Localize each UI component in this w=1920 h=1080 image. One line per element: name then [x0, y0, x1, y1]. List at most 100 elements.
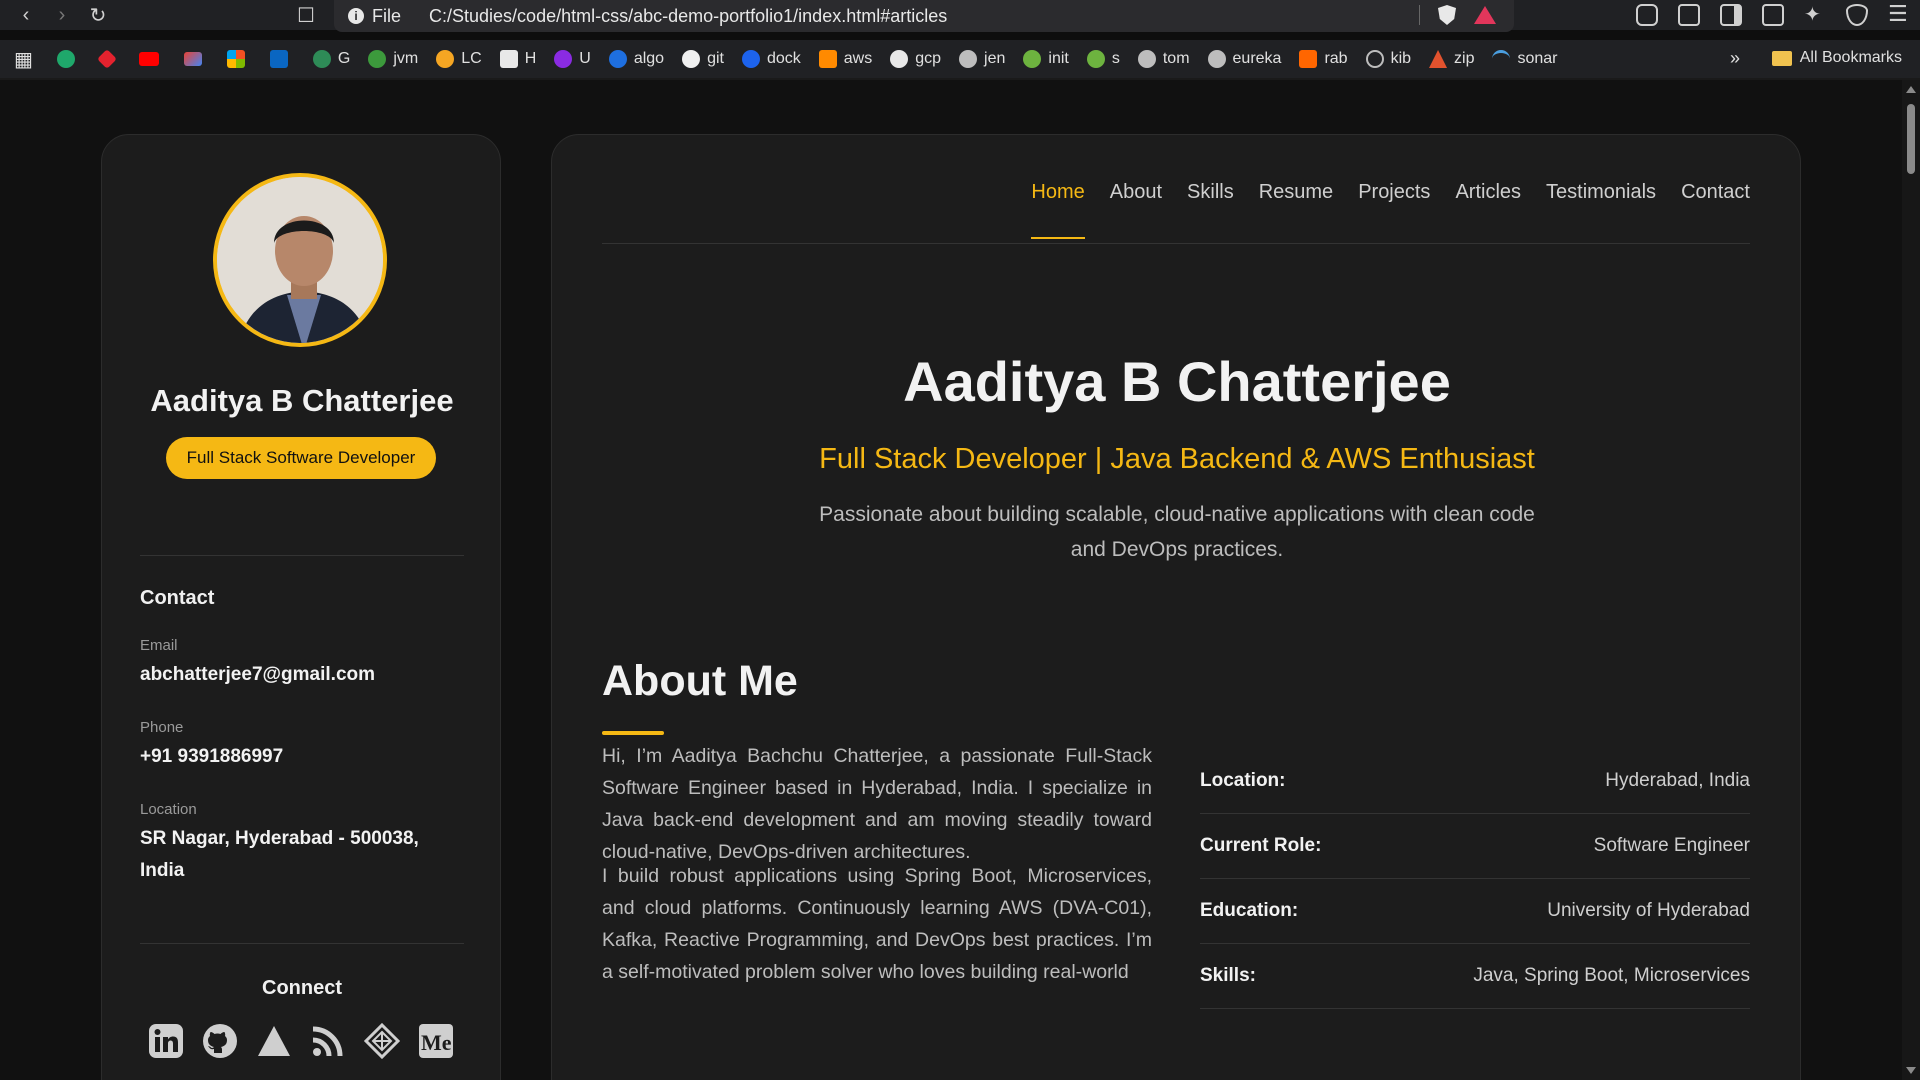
- about-heading: About Me: [602, 657, 798, 705]
- bookmark-youtube[interactable]: [138, 52, 166, 66]
- linkedin-icon[interactable]: [148, 1023, 184, 1059]
- scroll-up-arrow-icon[interactable]: [1906, 86, 1916, 93]
- bookmark-init[interactable]: init: [1023, 50, 1069, 68]
- connect-heading: Connect: [262, 977, 342, 999]
- bookmark-cb[interactable]: [56, 50, 82, 68]
- bookmark-red-diamond[interactable]: [97, 49, 121, 69]
- page-scrollbar[interactable]: [1902, 80, 1920, 1080]
- site-info-button[interactable]: i File: [348, 6, 401, 27]
- bookmark-linkedin[interactable]: [269, 50, 295, 68]
- bookmark-lc[interactable]: LC: [436, 50, 482, 68]
- bookmark-label: zip: [1454, 50, 1475, 67]
- url-divider: [1419, 5, 1420, 25]
- bookmark-aws[interactable]: aws: [818, 50, 873, 68]
- nav-projects[interactable]: Projects: [1358, 181, 1430, 204]
- bookmark-jvm[interactable]: jvm: [368, 50, 418, 68]
- gfg-icon: [312, 50, 331, 68]
- kibana-icon: [1365, 50, 1384, 68]
- bookmark-git[interactable]: git: [682, 50, 724, 68]
- bookmark-label: sonar: [1517, 50, 1558, 67]
- wallet-icon[interactable]: [1762, 4, 1784, 26]
- info-key: Skills:: [1200, 965, 1256, 986]
- vpn-icon[interactable]: [1846, 4, 1868, 26]
- bookmark-u[interactable]: U: [554, 50, 591, 68]
- bookmark-icon[interactable]: ☐: [288, 0, 324, 30]
- bookmark-s[interactable]: s: [1086, 50, 1120, 68]
- medium-icon[interactable]: Me: [418, 1023, 454, 1059]
- bookmark-label: H: [524, 50, 537, 67]
- info-value: University of Hyderabad: [1547, 900, 1750, 921]
- menu-icon[interactable]: ☰: [1888, 3, 1910, 26]
- aws-icon: [818, 50, 837, 68]
- bookmark-kib[interactable]: kib: [1365, 50, 1411, 68]
- hero-description: Passionate about building scalable, clou…: [819, 503, 1535, 561]
- youtube-icon: [138, 52, 159, 66]
- bookmark-h[interactable]: H: [499, 50, 537, 68]
- email-value[interactable]: abchatterjee7@gmail.com: [140, 659, 440, 691]
- about-info-table: Location: Hyderabad, India Current Role:…: [1200, 749, 1750, 1009]
- info-value: Hyderabad, India: [1605, 770, 1750, 791]
- hero-subtitle: Full Stack Developer | Java Backend & AW…: [819, 443, 1535, 475]
- github-icon: [682, 50, 701, 68]
- bookmark-label: rab: [1324, 50, 1348, 67]
- info-value: Java, Spring Boot, Microservices: [1473, 965, 1750, 986]
- bookmark-sonar[interactable]: sonar: [1492, 50, 1558, 68]
- back-button[interactable]: ‹: [8, 0, 44, 30]
- triangle-icon[interactable]: [256, 1023, 292, 1059]
- info-value: Software Engineer: [1593, 835, 1750, 856]
- nav-contact[interactable]: Contact: [1681, 181, 1750, 204]
- address-bar[interactable]: i File C:/Studies/code/html-css/abc-demo…: [334, 0, 1514, 32]
- zipkin-icon: [1429, 50, 1448, 68]
- bookmark-jen[interactable]: jen: [959, 50, 1005, 68]
- bookmark-gcp[interactable]: gcp: [890, 50, 941, 68]
- globe-icon: [1207, 50, 1226, 68]
- apps-icon[interactable]: ▦: [14, 47, 33, 72]
- avatar: [213, 173, 387, 347]
- leo-ai-icon[interactable]: ✦: [1804, 4, 1826, 26]
- nav-testimonials[interactable]: Testimonials: [1546, 181, 1656, 204]
- bookmark-eureka[interactable]: eureka: [1207, 50, 1281, 68]
- bookmark-microsoft[interactable]: [226, 50, 252, 68]
- bookmark-tom[interactable]: tom: [1137, 50, 1190, 68]
- extensions-icon[interactable]: [1636, 4, 1658, 26]
- nav-articles[interactable]: Articles: [1455, 181, 1521, 204]
- bookmark-g[interactable]: G: [312, 50, 351, 68]
- screenshot-icon[interactable]: [1678, 4, 1700, 26]
- bookmarks-overflow-button[interactable]: »: [1730, 48, 1740, 69]
- reload-button[interactable]: ↻: [80, 0, 116, 30]
- scrollbar-thumb[interactable]: [1907, 104, 1915, 174]
- scroll-down-arrow-icon[interactable]: [1906, 1067, 1916, 1074]
- bookmark-rab[interactable]: rab: [1299, 50, 1348, 68]
- info-icon: i: [348, 8, 364, 24]
- nav-home[interactable]: Home: [1031, 181, 1086, 239]
- diamond-icon[interactable]: [364, 1023, 400, 1059]
- sidebar-icon[interactable]: [1720, 4, 1742, 26]
- spring-icon: [1086, 50, 1105, 68]
- bookmark-algo[interactable]: algo: [608, 50, 664, 68]
- github-icon[interactable]: [202, 1023, 238, 1059]
- algo-icon: [608, 50, 627, 68]
- bookmark-label: G: [337, 50, 351, 67]
- nav-divider: [602, 243, 1750, 244]
- globe-icon: [959, 50, 978, 68]
- bookmark-dock[interactable]: dock: [741, 50, 801, 68]
- info-key: Current Role:: [1200, 835, 1322, 856]
- bookmark-zip[interactable]: zip: [1429, 50, 1474, 68]
- bookmarks-bar: ▦ G jvm LC H U algo git dock aws gcp jen…: [0, 40, 1920, 78]
- all-bookmarks-button[interactable]: All Bookmarks: [1771, 49, 1902, 67]
- main-nav: Home About Skills Resume Projects Articl…: [1031, 181, 1750, 239]
- nav-about[interactable]: About: [1110, 181, 1162, 204]
- info-row: Skills: Java, Spring Boot, Microservices: [1200, 944, 1750, 1009]
- nav-skills[interactable]: Skills: [1187, 181, 1234, 204]
- forward-button[interactable]: ›: [44, 0, 80, 30]
- rss-icon[interactable]: [310, 1023, 346, 1059]
- page-viewport: Aaditya B Chatterjee Full Stack Software…: [0, 80, 1902, 1080]
- brave-shields-icon[interactable]: [1438, 5, 1456, 25]
- nav-resume[interactable]: Resume: [1259, 181, 1333, 204]
- bookmark-label: aws: [843, 50, 873, 67]
- brave-rewards-icon[interactable]: [1474, 6, 1496, 24]
- url-text[interactable]: C:/Studies/code/html-css/abc-demo-portfo…: [429, 6, 947, 27]
- phone-value[interactable]: +91 9391886997: [140, 741, 440, 773]
- bookmark-gmail[interactable]: [183, 52, 209, 66]
- svg-text:Me: Me: [421, 1030, 452, 1055]
